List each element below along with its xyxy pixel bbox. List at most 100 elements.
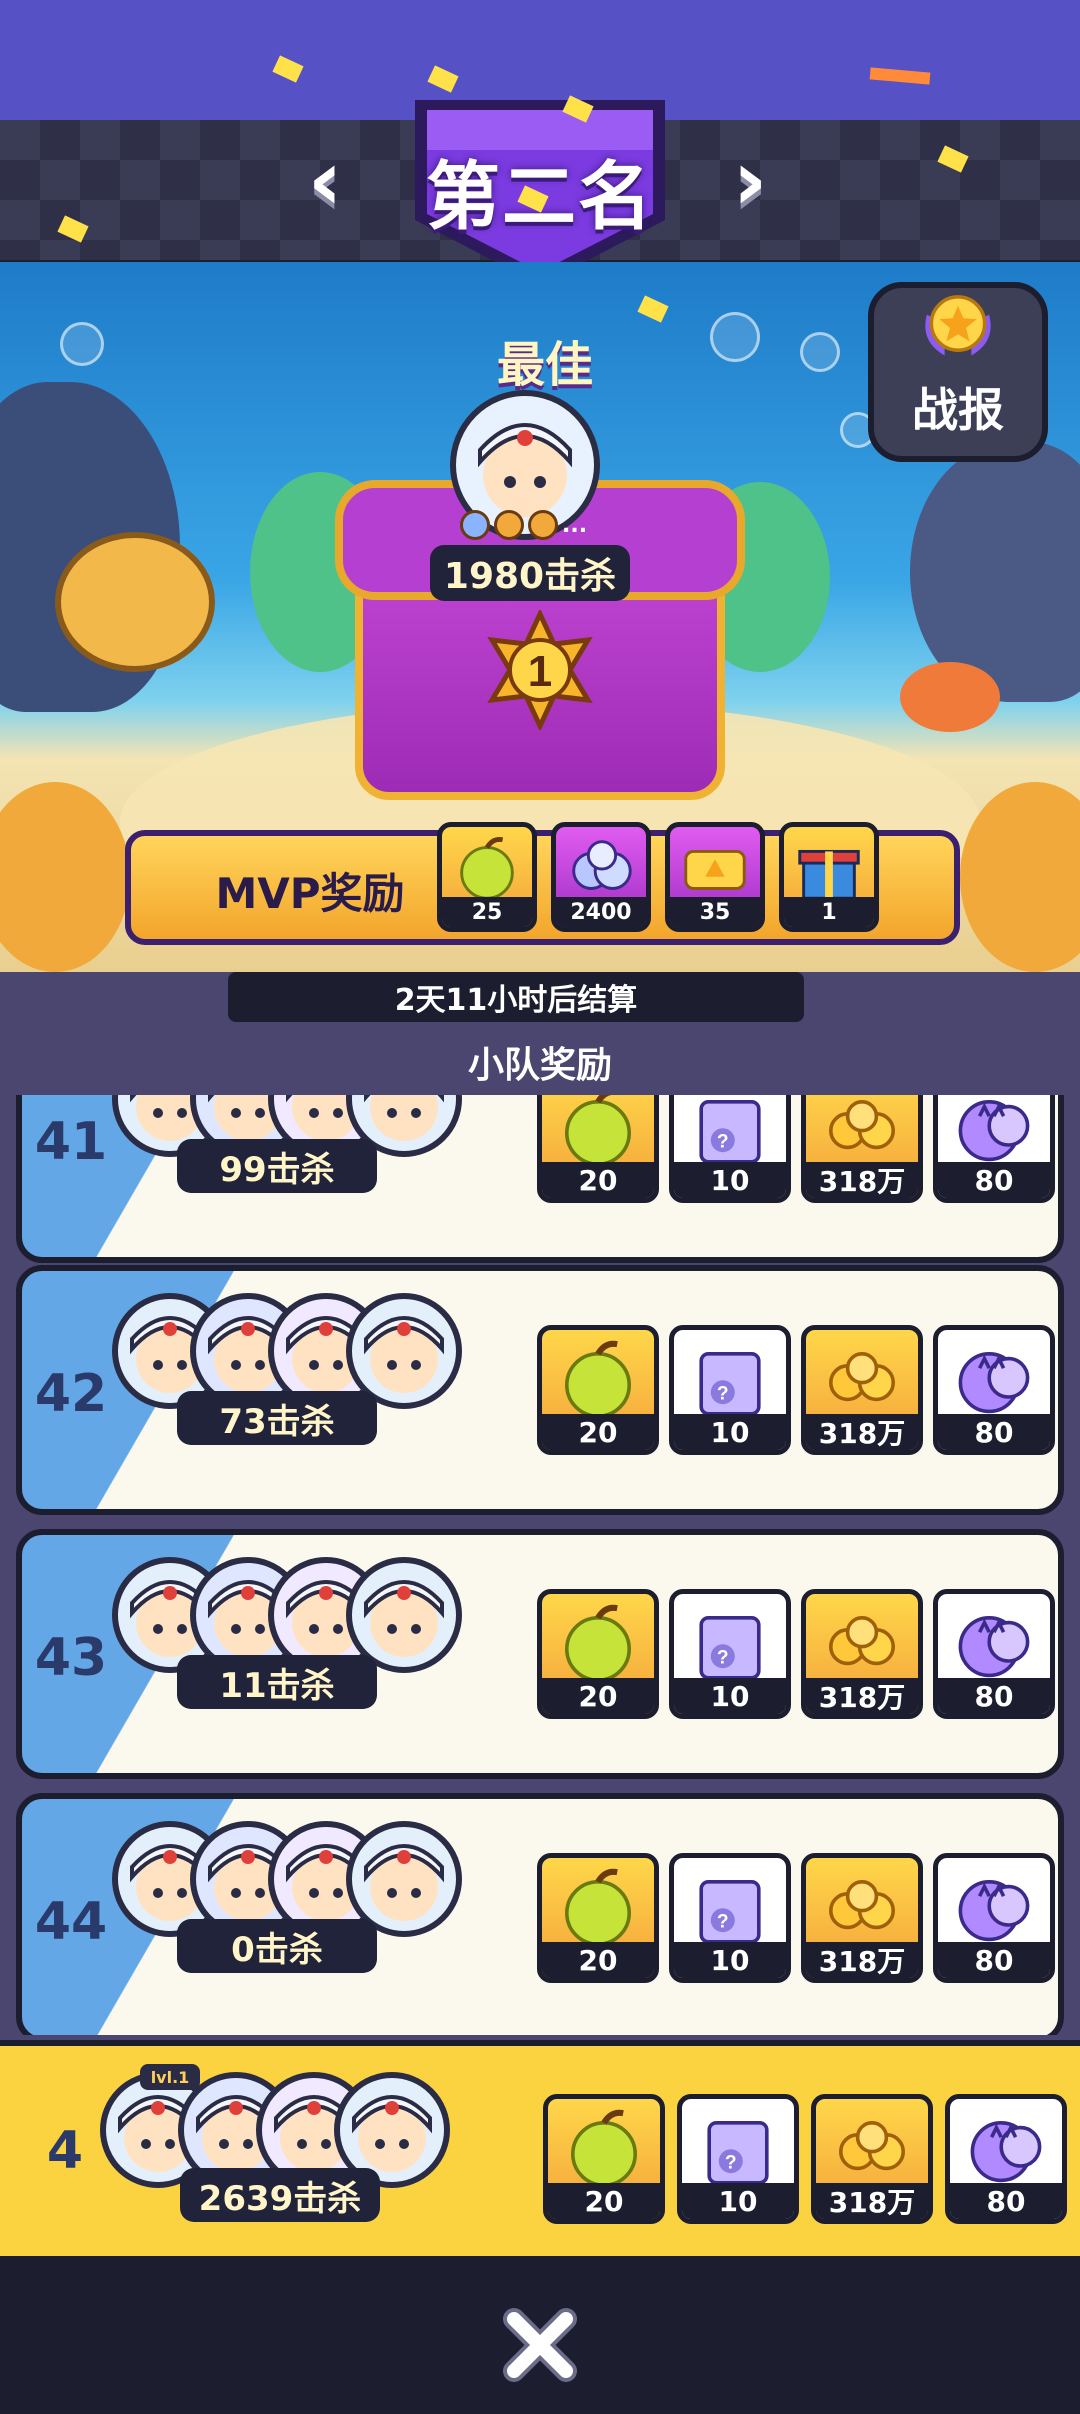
best-label: 最佳: [496, 337, 593, 393]
reward-count: 80: [938, 1414, 1050, 1450]
svg-text:?: ?: [717, 1383, 729, 1404]
rank-number: 43: [34, 1628, 108, 1688]
reward-count: 318万: [816, 2183, 928, 2219]
reward-count: 10: [682, 2183, 794, 2219]
reward-item[interactable]: 318万: [811, 2094, 933, 2224]
reward-item[interactable]: 80: [933, 1095, 1055, 1203]
team-row[interactable]: 43 11击杀 20? 10 318万 80: [16, 1529, 1064, 1779]
reward-item[interactable]: 20: [543, 2094, 665, 2224]
reward-count: 20: [542, 1414, 654, 1450]
team-row[interactable]: 44 0击杀 20? 10 318万 80: [16, 1793, 1064, 2035]
svg-text:?: ?: [717, 1911, 729, 1932]
close-button[interactable]: [495, 2300, 585, 2390]
reward-count: 20: [542, 1678, 654, 1714]
reward-item[interactable]: ? 10: [669, 1853, 791, 1983]
rank-number: 4: [46, 2121, 84, 2181]
submarine-shell: [55, 532, 215, 672]
bubble: [60, 322, 104, 366]
reward-item[interactable]: 318万: [801, 1095, 923, 1203]
reward-item[interactable]: 1: [779, 822, 879, 932]
reward-count: 20: [548, 2183, 660, 2219]
gift-box-icon: [798, 849, 860, 900]
trophy-star-icon: [925, 295, 991, 356]
reward-count: 318万: [806, 1678, 918, 1714]
my-team-row[interactable]: 4 lvl.1 2639击杀 20? 10 318万 80: [0, 2040, 1080, 2262]
reward-count: 80: [938, 1162, 1050, 1198]
team-reward-list: 20? 10 318万 80: [537, 1853, 1055, 1983]
reward-item[interactable]: 80: [933, 1853, 1055, 1983]
svg-text:?: ?: [717, 1131, 729, 1152]
rank-number: 1: [528, 647, 552, 696]
reward-count: 20: [542, 1162, 654, 1198]
reward-item[interactable]: 318万: [801, 1853, 923, 1983]
badge-icon: [494, 510, 524, 540]
badge-icon: [528, 510, 558, 540]
reward-item[interactable]: 80: [945, 2094, 1067, 2224]
reward-item[interactable]: 318万: [801, 1589, 923, 1719]
coral: [0, 782, 130, 972]
reward-item[interactable]: 20: [537, 1325, 659, 1455]
bubble: [710, 312, 760, 362]
badge-row: ...: [460, 508, 600, 542]
reward-item[interactable]: 25: [437, 822, 537, 932]
team-kills: 2639击杀: [180, 2168, 380, 2222]
reward-count: 20: [542, 1942, 654, 1978]
team-kills: 73击杀: [177, 1391, 377, 1445]
rank-medal-icon: 1: [487, 610, 593, 730]
mvp-kills: 1980击杀: [430, 545, 630, 601]
reward-count: 10: [674, 1942, 786, 1978]
page-title: 第二名: [420, 140, 660, 240]
battle-report-label: 战报: [912, 383, 1004, 437]
team-reward-title: 小队奖励: [467, 1045, 612, 1086]
rank-number: 44: [34, 1892, 108, 1952]
more-badges: ...: [562, 512, 588, 538]
ticket-icon: [684, 849, 746, 890]
chevron-right-icon[interactable]: ›: [710, 138, 790, 222]
bubble: [800, 332, 840, 372]
team-reward-list: 20? 10 318万 80: [543, 2094, 1067, 2224]
mvp-reward-label: MVP奖励: [215, 868, 405, 918]
team-reward-list: 20? 10 318万 80: [537, 1589, 1055, 1719]
svg-text:?: ?: [717, 1647, 729, 1668]
fruit-icon: [460, 836, 514, 900]
team-rank-list[interactable]: 41 99击杀 20? 10 318万 80 42 73击杀 20? 10 318万 80 43 11击杀…: [0, 1095, 1080, 2035]
team-reward-list: 20? 10 318万 80: [537, 1325, 1055, 1455]
reward-item[interactable]: 20: [537, 1853, 659, 1983]
reward-item[interactable]: 318万: [801, 1325, 923, 1455]
reward-item[interactable]: 80: [933, 1589, 1055, 1719]
close-x-icon: [503, 2308, 577, 2382]
reward-count: 10: [674, 1162, 786, 1198]
level-tag: lvl.1: [140, 2064, 200, 2090]
reward-count: 10: [674, 1678, 786, 1714]
team-reward-list: 20? 10 318万 80: [537, 1095, 1055, 1203]
svg-text:?: ?: [725, 2152, 737, 2173]
reward-item[interactable]: 2400: [551, 822, 651, 932]
starfish: [900, 662, 1000, 732]
reward-item[interactable]: ? 10: [669, 1095, 791, 1203]
team-kills: 0击杀: [177, 1919, 377, 1973]
team-row[interactable]: 42 73击杀 20? 10 318万 80: [16, 1265, 1064, 1515]
reward-item[interactable]: ? 10: [669, 1325, 791, 1455]
badge-icon: [460, 510, 490, 540]
reward-item[interactable]: ? 10: [669, 1589, 791, 1719]
rank-number: 41: [34, 1112, 108, 1172]
team-row[interactable]: 41 99击杀 20? 10 318万 80: [16, 1095, 1064, 1263]
reward-count: 80: [938, 1678, 1050, 1714]
reward-count: 318万: [806, 1162, 918, 1198]
settlement-countdown: 2天11小时后结算: [228, 972, 804, 1022]
reward-count: 318万: [806, 1942, 918, 1978]
reward-count: 10: [674, 1414, 786, 1450]
reward-item[interactable]: 20: [537, 1589, 659, 1719]
battle-report-button[interactable]: 战报: [868, 282, 1048, 462]
team-kills: 11击杀: [177, 1655, 377, 1709]
reward-count: 318万: [806, 1414, 918, 1450]
reward-item[interactable]: 20: [537, 1095, 659, 1203]
mvp-reward-list: 25 2400 35 1: [437, 822, 879, 932]
reward-item[interactable]: 35: [665, 822, 765, 932]
reward-item[interactable]: ? 10: [677, 2094, 799, 2224]
team-kills: 99击杀: [177, 1139, 377, 1193]
reward-item[interactable]: 80: [933, 1325, 1055, 1455]
rank-number: 42: [34, 1364, 108, 1424]
reward-count: 80: [950, 2183, 1062, 2219]
chevron-left-icon[interactable]: ‹: [285, 138, 365, 222]
